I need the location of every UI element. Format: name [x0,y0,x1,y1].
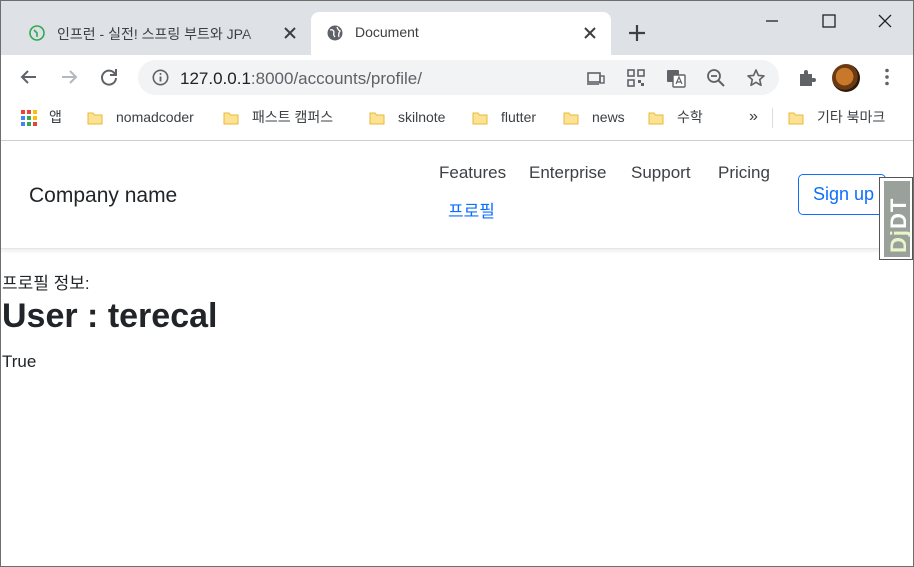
bookmark-label: 수학 [677,109,703,125]
bookmark-news[interactable]: news [563,107,625,127]
bookmark-label: news [592,109,625,125]
info-icon[interactable] [152,69,169,86]
inflearn-favicon [29,25,45,41]
djdt-handle-bg: DjDT [884,181,911,257]
browser-window: 인프런 - 실전! 스프링 부트와 JPA Document 127.0.0.1… [0,0,914,567]
folder-icon [788,112,804,125]
user-heading: User : terecal [2,297,218,335]
bookmark-fastcampus[interactable]: 패스트 캠퍼스 [223,107,333,127]
address-bar[interactable]: 127.0.0.1:8000/accounts/profile/ [138,60,779,95]
status-value: True [2,352,37,371]
bookmark-label: 패스트 캠퍼스 [252,109,334,125]
back-arrow-icon[interactable] [18,66,40,88]
brand-name[interactable]: Company name [29,184,177,208]
chevron-more-icon: » [749,108,758,125]
bookmark-star-icon[interactable] [746,68,766,88]
bookmark-skilnote[interactable]: skilnote [369,107,445,127]
folder-icon [87,112,103,125]
bookmark-flutter[interactable]: flutter [472,107,536,127]
bookmarks-bar: 앱 nomadcoder 패스트 캠퍼스 skilnote flutter ne… [1,100,913,136]
browser-toolbar: 127.0.0.1:8000/accounts/profile/ [1,55,913,100]
bookmark-apps[interactable]: 앱 [21,107,62,127]
tab-strip: 인프런 - 실전! 스프링 부트와 JPA Document [1,1,913,55]
extensions-puzzle-icon[interactable] [796,66,818,88]
bookmark-label: 기타 북마크 [817,109,886,125]
window-close-icon[interactable] [873,9,897,33]
bookmark-label: flutter [501,109,537,125]
minimize-icon[interactable] [759,9,783,33]
bookmarks-divider [772,108,773,128]
profile-avatar[interactable] [832,64,860,92]
bookmark-nomadcoder[interactable]: nomadcoder [87,107,194,127]
nav-link-profile[interactable]: 프로필 [448,197,495,222]
qr-code-icon[interactable] [626,68,646,88]
nav-link-pricing[interactable]: Pricing [718,163,770,183]
bookmark-label: skilnote [398,109,446,125]
globe-icon [327,25,343,41]
zoom-out-icon[interactable] [706,68,726,88]
page-viewport: Company name Features Enterprise Support… [1,141,913,566]
close-icon[interactable] [581,24,599,42]
apps-grid-icon [21,110,37,126]
site-navbar: Company name Features Enterprise Support… [1,141,913,260]
folder-icon [223,112,239,125]
tab-title: Document [355,24,419,40]
nav-link-support[interactable]: Support [631,163,691,183]
profile-info-label: 프로필 정보: [2,274,90,293]
forward-arrow-icon[interactable] [58,66,80,88]
folder-icon [369,112,385,125]
cast-devices-icon[interactable] [586,68,606,88]
new-tab-plus-icon[interactable] [627,23,647,43]
djdt-logo-text: DjDT [886,197,911,253]
django-debug-toolbar-handle[interactable]: DjDT [879,177,913,260]
tab-document[interactable]: Document [311,12,611,55]
folder-icon [563,112,579,125]
bookmark-other[interactable]: 기타 북마크 [788,107,885,127]
nav-link-features[interactable]: Features [439,163,506,183]
translate-icon[interactable] [666,68,686,88]
sign-up-button[interactable]: Sign up [798,174,886,215]
folder-icon [648,112,664,125]
folder-icon [472,112,488,125]
bookmark-label: nomadcoder [116,109,194,125]
url-text: 127.0.0.1:8000/accounts/profile/ [180,69,422,88]
tab-inflearn[interactable]: 인프런 - 실전! 스프링 부트와 JPA [13,12,311,55]
bookmark-math[interactable]: 수학 [648,107,703,127]
reload-icon[interactable] [98,66,120,88]
more-vert-icon[interactable] [876,66,898,88]
tab-title: 인프런 - 실전! 스프링 부트와 JPA [57,26,252,42]
nav-link-enterprise[interactable]: Enterprise [529,163,606,183]
maximize-icon[interactable] [816,9,840,33]
bookmark-label: 앱 [49,109,62,125]
bookmarks-overflow-button[interactable]: » [749,107,758,127]
close-icon[interactable] [281,24,299,42]
